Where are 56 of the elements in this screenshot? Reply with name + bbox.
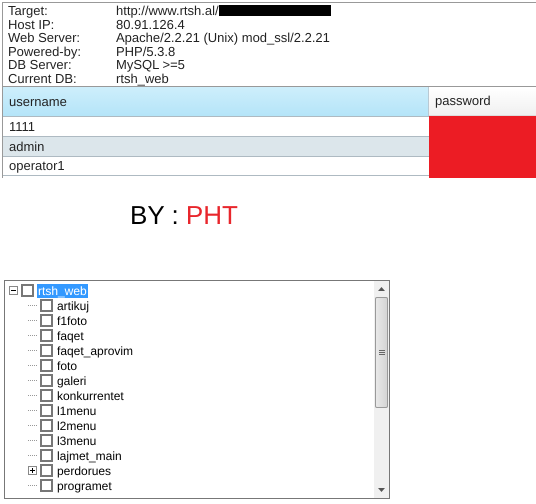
checkbox[interactable] (40, 479, 53, 492)
scroll-down-icon (378, 488, 385, 492)
scroll-up-icon (378, 287, 385, 291)
table-cell-text: operator1 (9, 157, 65, 176)
tree-item[interactable]: lajmet_main (56, 448, 123, 462)
tree-item[interactable]: perdorues (56, 464, 112, 478)
info-value: Apache/2.2.21 (Unix) mod_ssl/2.2.21 (116, 31, 330, 44)
tree-item[interactable]: foto (56, 358, 78, 372)
checkbox[interactable] (40, 314, 53, 327)
column-header[interactable]: username (3, 87, 429, 116)
info-label: Web Server: (8, 31, 82, 44)
checkbox[interactable] (40, 449, 53, 462)
checkbox[interactable] (40, 464, 53, 477)
info-label: DB Server: (8, 58, 72, 72)
scroll-thumb[interactable] (375, 297, 388, 408)
table-cell-text: 1111 (9, 118, 36, 136)
tree-item[interactable]: faqet (56, 328, 85, 342)
checkbox[interactable] (40, 359, 53, 372)
info-value: PHP/5.3.8 (116, 44, 176, 58)
banner-text: BY : (130, 200, 180, 230)
plus-icon (29, 467, 36, 474)
tree-item[interactable]: faqet_aprovim (56, 344, 134, 358)
minus-icon (10, 287, 17, 294)
checkbox[interactable] (40, 374, 53, 387)
collapse-toggle[interactable] (9, 286, 18, 295)
info-value: rtsh_web (116, 72, 169, 85)
checkbox[interactable] (21, 284, 34, 297)
tree-item[interactable]: programet (56, 478, 113, 492)
info-label: Target: (8, 4, 49, 18)
tree-item[interactable]: l3menu (56, 434, 98, 448)
checkbox[interactable] (40, 344, 53, 357)
checkbox[interactable] (40, 299, 53, 312)
banner-name: PHT (186, 200, 238, 230)
checkbox[interactable] (40, 389, 53, 402)
expand-toggle[interactable] (28, 466, 37, 475)
info-value: http://www.rtsh.al/ (116, 4, 219, 18)
checkbox[interactable] (40, 329, 53, 342)
tree-item[interactable]: f1foto (56, 314, 88, 328)
info-value: MySQL >=5 (116, 58, 185, 72)
checkbox[interactable] (40, 419, 53, 432)
info-label: Current DB: (8, 72, 78, 85)
table-row[interactable]: admin (3, 136, 429, 156)
tree-item[interactable]: konkurrentet (56, 388, 125, 402)
checkbox[interactable] (40, 404, 53, 417)
table-row[interactable]: operator1 (3, 156, 429, 176)
info-label: Powered-by: (8, 44, 82, 58)
grip-icon (378, 350, 384, 356)
tree-item[interactable]: l2menu (56, 418, 98, 432)
info-label: Host IP: (8, 18, 56, 31)
scrollbar[interactable] (374, 281, 389, 498)
tree-item[interactable]: l1menu (56, 404, 98, 418)
checkbox[interactable] (40, 434, 53, 447)
tree-item[interactable]: galeri (56, 374, 88, 388)
tree-item[interactable]: artikuj (56, 298, 90, 312)
table-cell-text: admin (9, 138, 44, 156)
info-value: 80.91.126.4 (116, 18, 185, 31)
